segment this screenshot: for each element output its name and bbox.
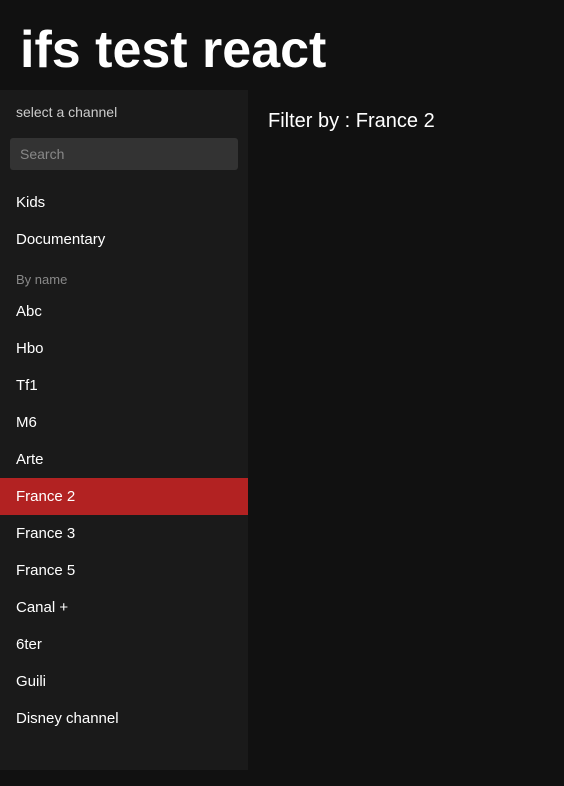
channel-item-canal-+[interactable]: Canal + <box>0 589 248 626</box>
search-input[interactable] <box>10 138 238 170</box>
channel-list: AbcHboTf1M6ArteFrance 2France 3France 5C… <box>0 293 248 737</box>
filter-display: Filter by : France 2 <box>248 90 564 153</box>
category-item-kids[interactable]: Kids <box>0 184 248 221</box>
channel-item-m6[interactable]: M6 <box>0 404 248 441</box>
app-title: ifs test react <box>0 0 564 90</box>
sidebar: select a channel Kids Documentary By nam… <box>0 90 248 770</box>
channel-item-france-3[interactable]: France 3 <box>0 515 248 552</box>
channel-item-abc[interactable]: Abc <box>0 293 248 330</box>
section-label-by-name: By name <box>0 262 248 293</box>
channel-item-tf1[interactable]: Tf1 <box>0 367 248 404</box>
channel-item-6ter[interactable]: 6ter <box>0 626 248 663</box>
channel-item-hbo[interactable]: Hbo <box>0 330 248 367</box>
category-item-documentary[interactable]: Documentary <box>0 221 248 258</box>
sidebar-header: select a channel <box>0 90 248 130</box>
channel-item-guili[interactable]: Guili <box>0 663 248 700</box>
channel-item-france-2[interactable]: France 2 <box>0 478 248 515</box>
channel-item-disney-channel[interactable]: Disney channel <box>0 700 248 737</box>
channel-item-france-5[interactable]: France 5 <box>0 552 248 589</box>
channel-item-arte[interactable]: Arte <box>0 441 248 478</box>
